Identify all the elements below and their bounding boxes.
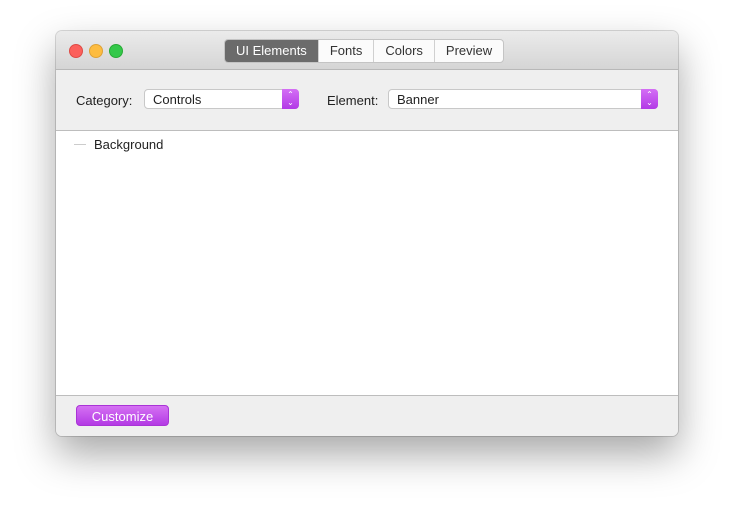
toolbar: Category: Controls ⌃ ⌄ Element: Banner ⌃ ⌄: [56, 70, 678, 131]
app-window: UI Elements Fonts Colors Preview Categor…: [56, 31, 678, 436]
list-item-label: Background: [94, 137, 164, 152]
element-value: Banner: [397, 92, 439, 107]
category-select[interactable]: Controls ⌃ ⌄: [144, 89, 299, 109]
element-label: Element:: [327, 93, 379, 108]
tab-preview[interactable]: Preview: [433, 40, 503, 62]
dash-icon: [74, 144, 86, 145]
chevron-up-down-icon: ⌃ ⌄: [282, 89, 299, 109]
close-button[interactable]: [69, 44, 83, 58]
tab-bar: UI Elements Fonts Colors Preview: [224, 39, 505, 63]
list-item[interactable]: Background: [74, 137, 163, 152]
tab-colors[interactable]: Colors: [373, 40, 434, 62]
chevron-up-down-icon: ⌃ ⌄: [641, 89, 658, 109]
category-label: Category:: [76, 93, 133, 108]
customize-button[interactable]: Customize: [76, 405, 169, 426]
tab-fonts[interactable]: Fonts: [317, 40, 374, 62]
title-bar: UI Elements Fonts Colors Preview: [56, 31, 678, 70]
minimize-button[interactable]: [89, 44, 103, 58]
zoom-button[interactable]: [109, 44, 123, 58]
element-select[interactable]: Banner ⌃ ⌄: [388, 89, 658, 109]
tab-ui-elements[interactable]: UI Elements: [225, 40, 318, 62]
category-value: Controls: [153, 92, 202, 107]
footer: Customize: [56, 396, 678, 436]
element-list: Background: [56, 131, 678, 396]
